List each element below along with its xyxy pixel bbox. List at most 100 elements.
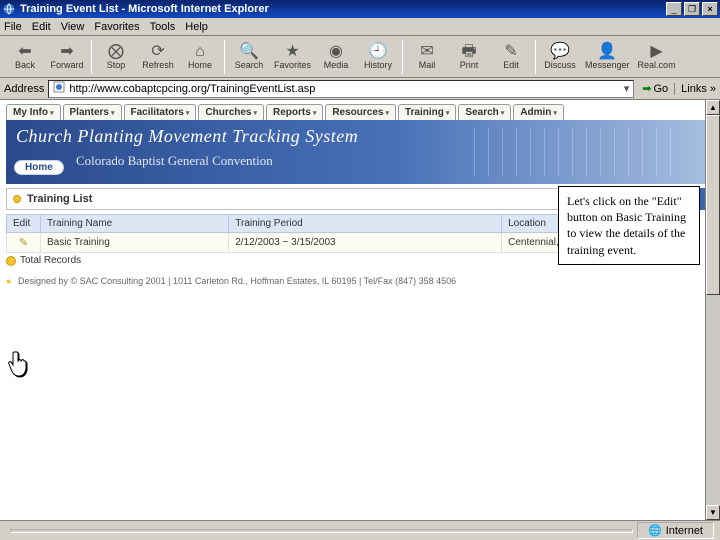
favorites-button[interactable]: ★Favorites: [274, 44, 311, 70]
links-menu[interactable]: Links »: [674, 83, 716, 95]
bullet-icon: [13, 195, 21, 203]
browser-viewport: My Info Planters Facilitators Churches R…: [0, 100, 720, 520]
edit-icon: ✎: [504, 44, 517, 60]
tab-churches[interactable]: Churches: [198, 104, 264, 120]
globe-icon: 🌐: [648, 524, 662, 537]
search-icon: 🔍: [239, 44, 259, 60]
close-button[interactable]: ×: [702, 2, 718, 16]
stop-button[interactable]: ⨂Stop: [99, 44, 133, 70]
tab-resources[interactable]: Resources: [325, 104, 396, 120]
media-label: Media: [324, 60, 349, 70]
tab-facilitators[interactable]: Facilitators: [124, 104, 197, 120]
mail-button[interactable]: ✉Mail: [410, 44, 444, 70]
menubar: File Edit View Favorites Tools Help: [0, 18, 720, 36]
statusbar: 🌐 Internet: [0, 520, 720, 540]
dropdown-icon[interactable]: ▾: [624, 82, 630, 95]
col-period: Training Period: [229, 215, 502, 233]
minimize-button[interactable]: _: [666, 2, 682, 16]
history-button[interactable]: 🕘History: [361, 44, 395, 70]
bullet-icon: [6, 256, 16, 266]
messenger-label: Messenger: [585, 60, 630, 70]
back-button[interactable]: ⬅Back: [8, 44, 42, 70]
media-button[interactable]: ◉Media: [319, 44, 353, 70]
nav-tabs: My Info Planters Facilitators Churches R…: [0, 100, 720, 120]
tab-admin[interactable]: Admin: [513, 104, 564, 120]
toolbar: ⬅Back ➡Forward ⨂Stop ⟳Refresh ⌂Home 🔍Sea…: [0, 36, 720, 78]
refresh-button[interactable]: ⟳Refresh: [141, 44, 175, 70]
bullet-icon: ●: [6, 276, 11, 286]
mail-icon: ✉: [420, 44, 433, 60]
go-button[interactable]: ➡ Go: [642, 82, 668, 95]
realcom-button[interactable]: ▶Real.com: [638, 44, 676, 70]
hand-cursor-icon: [8, 350, 32, 385]
window-titlebar: Training Event List - Microsoft Internet…: [0, 0, 720, 18]
edit-row-button[interactable]: ✎: [19, 237, 28, 249]
restore-button[interactable]: ❐: [684, 2, 700, 16]
footer-text: Designed by © SAC Consulting 2001 | 1011…: [18, 276, 456, 286]
home-button[interactable]: ⌂Home: [183, 44, 217, 70]
print-button[interactable]: 🖶Print: [452, 44, 486, 70]
discuss-label: Discuss: [544, 60, 576, 70]
address-url: http://www.cobaptcpcing.org/TrainingEven…: [69, 83, 315, 95]
favorites-label: Favorites: [274, 60, 311, 70]
forward-button[interactable]: ➡Forward: [50, 44, 84, 70]
star-icon: ★: [285, 44, 299, 60]
scroll-down-button[interactable]: ▼: [706, 505, 720, 520]
site-banner: Church Planting Movement Tracking System…: [6, 120, 714, 184]
scroll-track[interactable]: [706, 115, 720, 505]
scroll-thumb[interactable]: [706, 115, 720, 295]
stop-icon: ⨂: [108, 44, 124, 60]
col-edit: Edit: [7, 215, 41, 233]
home-icon: ⌂: [195, 44, 205, 60]
menu-tools[interactable]: Tools: [150, 21, 176, 33]
go-label: Go: [653, 83, 668, 95]
total-records-label: Total Records: [20, 255, 81, 266]
col-name: Training Name: [41, 215, 229, 233]
refresh-icon: ⟳: [151, 44, 164, 60]
forward-icon: ➡: [60, 44, 73, 60]
messenger-icon: 👤: [597, 44, 617, 60]
stop-label: Stop: [107, 60, 126, 70]
scroll-up-button[interactable]: ▲: [706, 100, 720, 115]
tab-reports[interactable]: Reports: [266, 104, 323, 120]
back-icon: ⬅: [18, 44, 31, 60]
discuss-button[interactable]: 💬Discuss: [543, 44, 577, 70]
refresh-label: Refresh: [142, 60, 174, 70]
menu-favorites[interactable]: Favorites: [94, 21, 139, 33]
address-input[interactable]: http://www.cobaptcpcing.org/TrainingEven…: [48, 80, 634, 98]
messenger-button[interactable]: 👤Messenger: [585, 44, 630, 70]
menu-edit[interactable]: Edit: [32, 21, 51, 33]
home-link[interactable]: Home: [14, 160, 64, 175]
vertical-scrollbar[interactable]: ▲ ▼: [705, 100, 720, 520]
realcom-label: Real.com: [638, 60, 676, 70]
ie-icon: [2, 2, 16, 16]
realcom-icon: ▶: [650, 44, 662, 60]
separator: [402, 40, 403, 74]
tab-my-info[interactable]: My Info: [6, 104, 61, 120]
tab-search[interactable]: Search: [458, 104, 511, 120]
separator: [224, 40, 225, 74]
back-label: Back: [15, 60, 35, 70]
forward-label: Forward: [50, 60, 83, 70]
edit-label: Edit: [503, 60, 519, 70]
print-label: Print: [460, 60, 479, 70]
edit-button[interactable]: ✎Edit: [494, 44, 528, 70]
tab-planters[interactable]: Planters: [63, 104, 122, 120]
menu-help[interactable]: Help: [185, 21, 208, 33]
go-icon: ➡: [642, 82, 651, 95]
media-icon: ◉: [329, 44, 343, 60]
address-label: Address: [4, 83, 44, 95]
addressbar: Address http://www.cobaptcpcing.org/Trai…: [0, 78, 720, 100]
mail-label: Mail: [419, 60, 436, 70]
status-panel: [10, 529, 633, 533]
menu-view[interactable]: View: [61, 21, 85, 33]
history-icon: 🕘: [368, 44, 388, 60]
cell-period: 2/12/2003 ~ 3/15/2003: [229, 233, 502, 253]
menu-file[interactable]: File: [4, 21, 22, 33]
discuss-icon: 💬: [550, 44, 570, 60]
search-label: Search: [235, 60, 264, 70]
search-button[interactable]: 🔍Search: [232, 44, 266, 70]
window-title: Training Event List - Microsoft Internet…: [20, 3, 664, 15]
cell-name: Basic Training: [41, 233, 229, 253]
tab-training[interactable]: Training: [398, 104, 456, 120]
